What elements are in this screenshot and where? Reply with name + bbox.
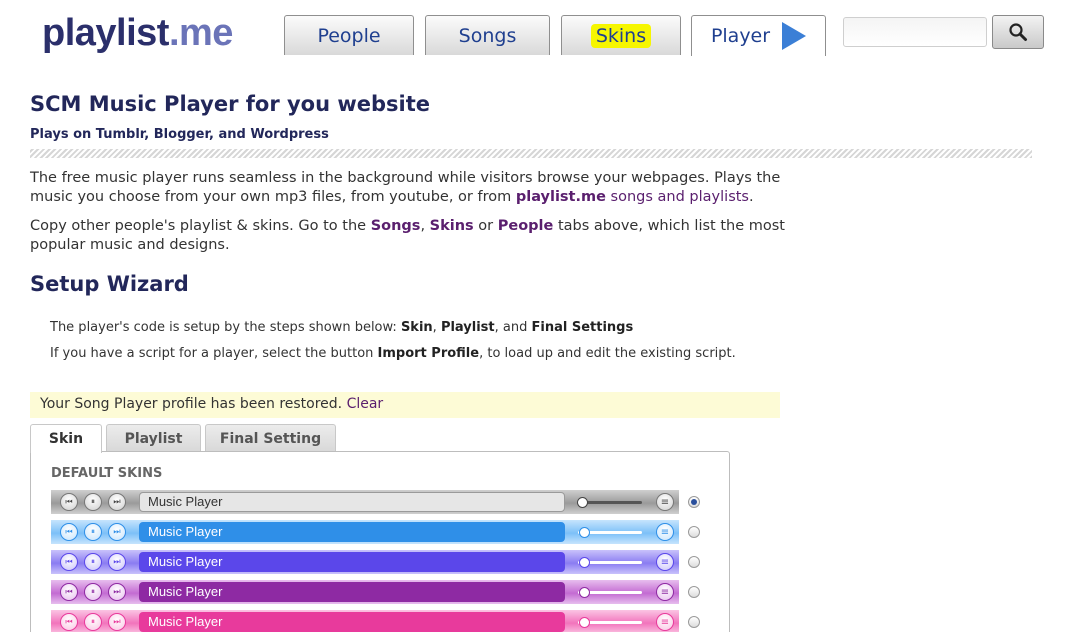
next-track-icon[interactable]: ⏭ bbox=[108, 553, 126, 571]
tab-skin[interactable]: Skin bbox=[30, 424, 102, 453]
prev-track-icon[interactable]: ⏮ bbox=[60, 553, 78, 571]
restored-notice: Your Song Player profile has been restor… bbox=[30, 392, 780, 418]
default-skins-title: DEFAULT SKINS bbox=[51, 466, 163, 481]
site-logo[interactable]: playlist.me bbox=[42, 12, 233, 55]
notice-text: Your Song Player profile has been restor… bbox=[40, 396, 347, 412]
skin-preview-row[interactable]: ⏮ ⏸ ⏭ Music Player ≡ bbox=[51, 610, 679, 632]
skin-title-field: Music Player bbox=[139, 612, 565, 632]
logo-dot: . bbox=[168, 12, 180, 54]
prev-track-icon[interactable]: ⏮ bbox=[60, 523, 78, 541]
prev-track-icon[interactable]: ⏮ bbox=[60, 493, 78, 511]
playlist-menu-icon[interactable]: ≡ bbox=[656, 613, 674, 631]
playlist-menu-icon[interactable]: ≡ bbox=[656, 583, 674, 601]
step-skin: Skin bbox=[400, 320, 433, 335]
nav-tab-label: Songs bbox=[458, 24, 517, 47]
volume-slider-knob[interactable] bbox=[579, 557, 590, 568]
link-bold: playlist.me bbox=[515, 189, 606, 205]
tab-final-setting[interactable]: Final Setting bbox=[205, 424, 336, 452]
pause-icon[interactable]: ⏸ bbox=[84, 613, 102, 631]
nav-tab-people[interactable]: People bbox=[284, 15, 414, 55]
wizard-sep: , and bbox=[494, 320, 532, 335]
page-title: SCM Music Player for you website bbox=[30, 92, 431, 116]
search-icon bbox=[1009, 23, 1027, 41]
next-track-icon[interactable]: ⏭ bbox=[108, 523, 126, 541]
wizard-text: The player's code is setup by the steps … bbox=[50, 320, 401, 335]
setup-wizard-title: Setup Wizard bbox=[30, 272, 189, 296]
nav-tab-label: People bbox=[317, 24, 381, 47]
skin-title-label: Music Player bbox=[148, 524, 223, 539]
intro-paragraph: The free music player runs seamless in t… bbox=[30, 169, 790, 207]
skin-title-field: Music Player bbox=[139, 582, 565, 602]
wizard-steps-text: The player's code is setup by the steps … bbox=[50, 320, 633, 335]
songs-link[interactable]: Songs bbox=[371, 218, 421, 234]
next-track-icon[interactable]: ⏭ bbox=[108, 613, 126, 631]
next-track-icon[interactable]: ⏭ bbox=[108, 583, 126, 601]
playlist-menu-icon[interactable]: ≡ bbox=[656, 493, 674, 511]
people-link[interactable]: People bbox=[498, 218, 554, 234]
logo-me: me bbox=[179, 12, 233, 54]
pause-icon[interactable]: ⏸ bbox=[84, 553, 102, 571]
playlist-menu-icon[interactable]: ≡ bbox=[656, 553, 674, 571]
copy-or: or bbox=[473, 218, 498, 234]
skin-title-field: Music Player bbox=[139, 522, 565, 542]
skin-select-radio[interactable] bbox=[688, 526, 700, 538]
volume-slider-knob[interactable] bbox=[579, 617, 590, 628]
skin-title-field: Music Player bbox=[139, 492, 565, 512]
skin-preview-row[interactable]: ⏮ ⏸ ⏭ Music Player ≡ bbox=[51, 580, 679, 604]
skin-select-radio[interactable] bbox=[688, 616, 700, 628]
volume-slider-knob[interactable] bbox=[579, 527, 590, 538]
logo-text: playlist bbox=[42, 12, 169, 54]
step-playlist: Playlist bbox=[440, 320, 495, 335]
prev-track-icon[interactable]: ⏮ bbox=[60, 583, 78, 601]
link-rest: songs and playlists bbox=[605, 189, 749, 205]
prev-track-icon[interactable]: ⏮ bbox=[60, 613, 78, 631]
nav-tab-songs[interactable]: Songs bbox=[425, 15, 550, 55]
skin-preview-row[interactable]: ⏮ ⏸ ⏭ Music Player ≡ bbox=[51, 490, 679, 514]
intro-end: . bbox=[749, 189, 754, 205]
skin-title-label: Music Player bbox=[148, 494, 223, 509]
skin-preview-row[interactable]: ⏮ ⏸ ⏭ Music Player ≡ bbox=[51, 520, 679, 544]
tab-playlist[interactable]: Playlist bbox=[106, 424, 201, 452]
next-track-icon[interactable]: ⏭ bbox=[108, 493, 126, 511]
import-profile-ref: Import Profile bbox=[377, 346, 480, 361]
skin-title-label: Music Player bbox=[148, 584, 223, 599]
tab-label: Skin bbox=[48, 431, 84, 447]
volume-slider-knob[interactable] bbox=[579, 587, 590, 598]
playlist-menu-icon[interactable]: ≡ bbox=[656, 523, 674, 541]
copy-comma: , bbox=[420, 218, 430, 234]
clear-link[interactable]: Clear bbox=[347, 396, 384, 412]
wizard-import-text: If you have a script for a player, selec… bbox=[50, 346, 736, 361]
nav-tab-player[interactable]: Player bbox=[691, 15, 826, 56]
import-text-end: , to load up and edit the existing scrip… bbox=[479, 346, 736, 361]
step-final: Final Settings bbox=[531, 320, 634, 335]
search-input[interactable] bbox=[843, 17, 987, 47]
skin-preview-row[interactable]: ⏮ ⏸ ⏭ Music Player ≡ bbox=[51, 550, 679, 574]
skin-select-radio[interactable] bbox=[688, 586, 700, 598]
import-text: If you have a script for a player, selec… bbox=[50, 346, 378, 361]
tab-label: Playlist bbox=[124, 430, 183, 447]
skin-select-radio[interactable] bbox=[688, 556, 700, 568]
skin-title-label: Music Player bbox=[148, 554, 223, 569]
search-button[interactable] bbox=[992, 15, 1044, 49]
nav-tab-skins[interactable]: Skins bbox=[561, 15, 681, 55]
pause-icon[interactable]: ⏸ bbox=[84, 523, 102, 541]
copy-text: Copy other people's playlist & skins. Go… bbox=[30, 218, 371, 234]
page-subtitle: Plays on Tumblr, Blogger, and Wordpress bbox=[30, 127, 329, 142]
pause-icon[interactable]: ⏸ bbox=[84, 583, 102, 601]
pause-icon[interactable]: ⏸ bbox=[84, 493, 102, 511]
skin-select-radio[interactable] bbox=[688, 496, 700, 508]
wizard-sep: , bbox=[432, 320, 441, 335]
striped-divider bbox=[30, 149, 1032, 158]
playlist-me-link[interactable]: playlist.me songs and playlists bbox=[516, 189, 749, 205]
skin-title-field: Music Player bbox=[139, 552, 565, 572]
skin-title-label: Music Player bbox=[148, 614, 223, 629]
copy-paragraph: Copy other people's playlist & skins. Go… bbox=[30, 217, 790, 255]
volume-slider-knob[interactable] bbox=[577, 497, 588, 508]
nav-tab-label-highlighted: Skins bbox=[590, 23, 652, 48]
nav-tab-label: Player bbox=[710, 25, 771, 47]
play-icon bbox=[782, 22, 807, 50]
tab-label: Final Setting bbox=[219, 430, 322, 447]
skins-link[interactable]: Skins bbox=[430, 218, 474, 234]
